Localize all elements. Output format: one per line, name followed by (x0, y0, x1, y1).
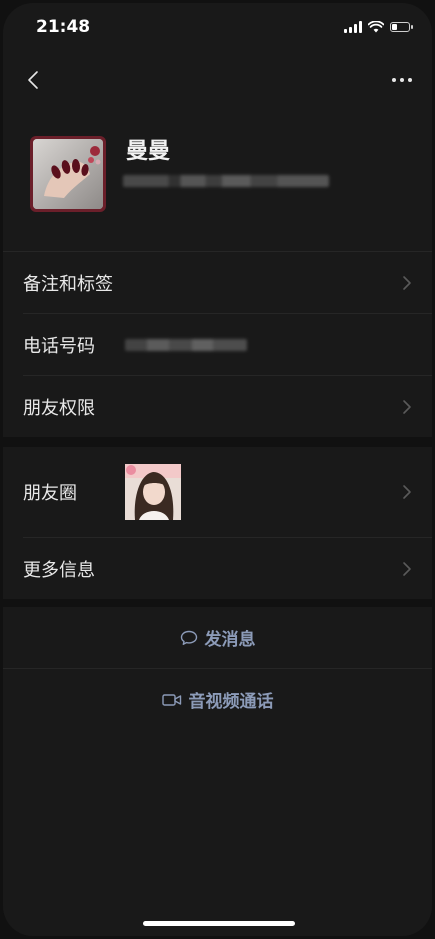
more-info-row[interactable]: 更多信息 (3, 538, 432, 599)
wifi-icon (368, 21, 384, 33)
avatar-image (30, 136, 106, 212)
section-gap (3, 599, 432, 607)
friend-permissions-label: 朋友权限 (23, 397, 95, 419)
moments-thumbnail[interactable] (125, 464, 181, 520)
back-button[interactable] (15, 62, 51, 98)
speech-bubble-icon (180, 630, 197, 645)
more-dots-icon (392, 78, 412, 82)
chevron-right-icon (403, 399, 411, 414)
status-time: 21:48 (36, 17, 91, 37)
remarks-tags-row[interactable]: 备注和标签 (3, 252, 432, 313)
chevron-left-icon (28, 71, 38, 89)
video-call-button[interactable]: 音视频通话 (3, 669, 432, 730)
avatar[interactable] (30, 136, 106, 212)
phone-label: 电话号码 (23, 335, 95, 357)
moments-row[interactable]: 朋友圈 (3, 447, 432, 537)
screen: 21:48 曼曼 备注和标签 电话号码 朋友权限 朋友圈 更多信息 发消息 音视… (3, 3, 432, 936)
phone-row[interactable]: 电话号码 (3, 314, 432, 375)
empty-area (3, 730, 432, 936)
profile-header: 曼曼 (3, 103, 432, 252)
signal-icon (344, 21, 362, 33)
video-camera-icon (161, 693, 181, 706)
moments-photo (125, 464, 181, 520)
home-indicator[interactable] (143, 921, 295, 926)
video-call-label: 音视频通话 (188, 692, 274, 712)
status-icons (344, 21, 413, 33)
status-bar: 21:48 (3, 3, 432, 55)
send-message-button[interactable]: 发消息 (3, 607, 432, 668)
nav-bar (3, 58, 432, 102)
more-info-label: 更多信息 (23, 559, 95, 581)
chevron-right-icon (403, 561, 411, 576)
moments-label: 朋友圈 (23, 483, 77, 504)
profile-name: 曼曼 (126, 139, 171, 164)
wechat-id-redacted (123, 175, 329, 187)
friend-permissions-row[interactable]: 朋友权限 (3, 376, 432, 437)
phone-number-redacted (125, 339, 247, 351)
battery-icon (390, 22, 413, 32)
send-message-label: 发消息 (204, 630, 256, 650)
chevron-right-icon (403, 275, 411, 290)
section-gap (3, 437, 432, 447)
more-button[interactable] (382, 62, 422, 98)
remarks-tags-label: 备注和标签 (23, 273, 113, 295)
chevron-right-icon (403, 485, 411, 499)
